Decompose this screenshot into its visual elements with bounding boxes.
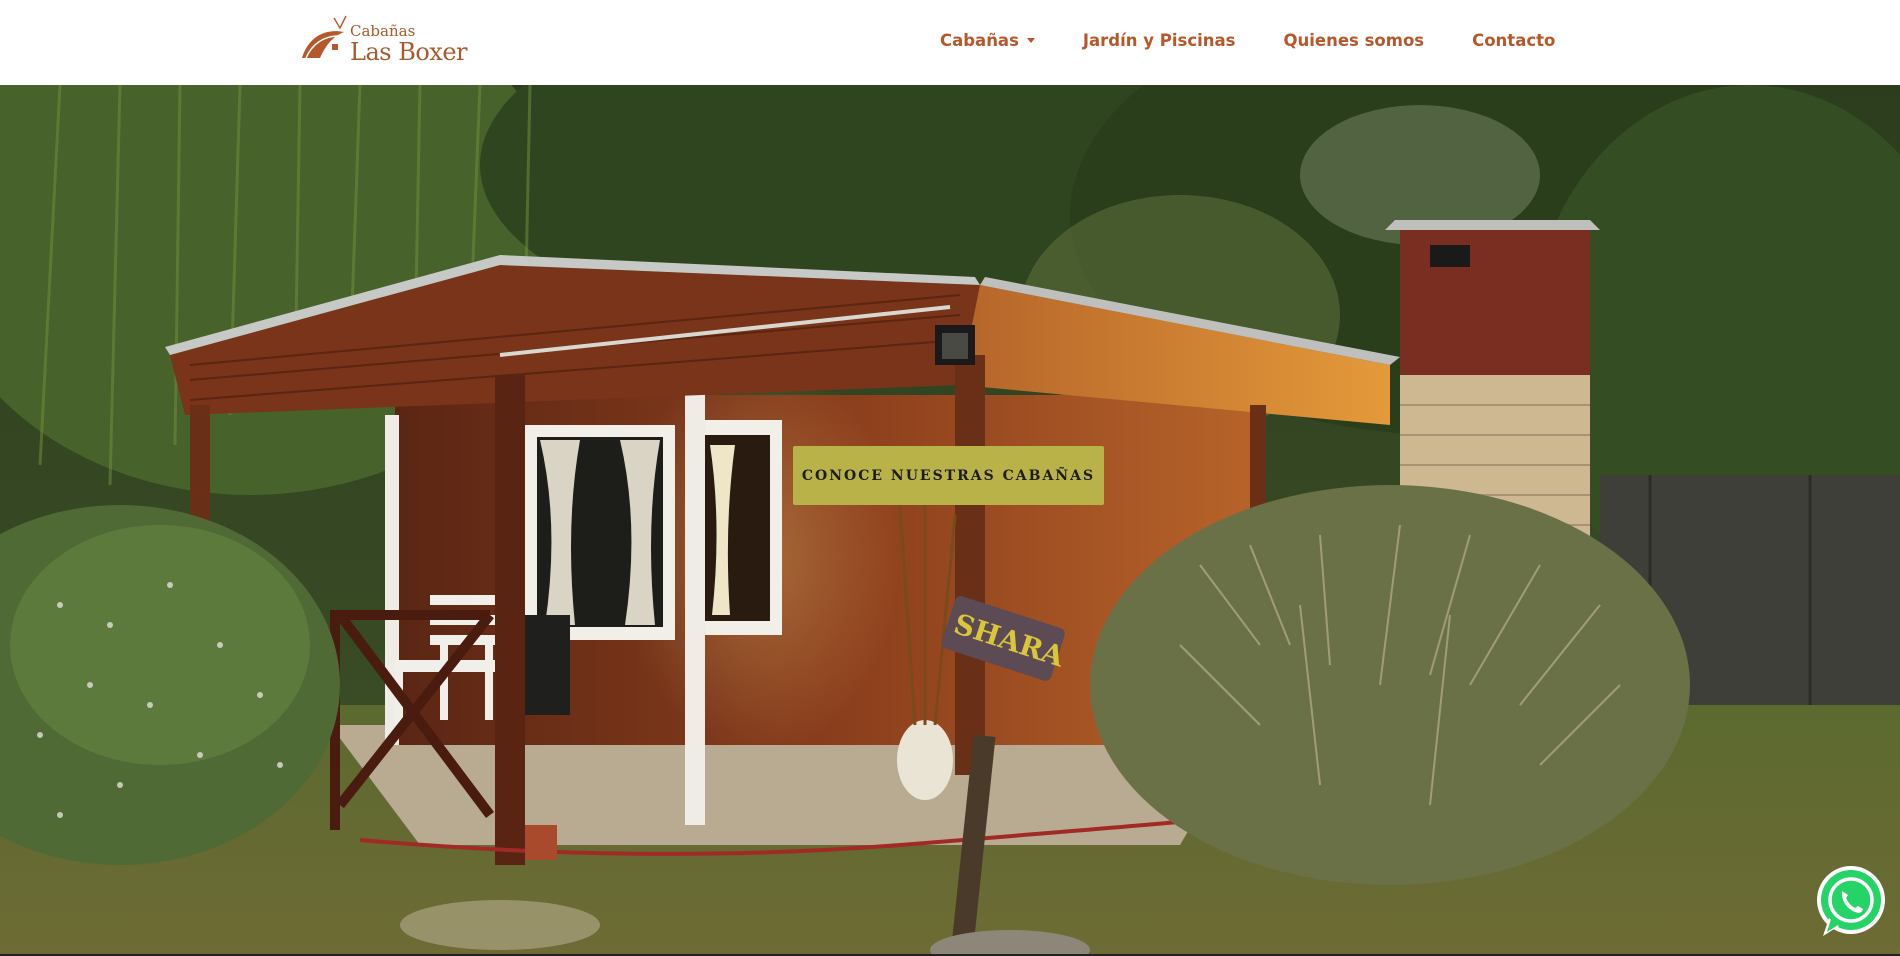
nav-item-contacto[interactable]: Contacto — [1472, 31, 1555, 50]
nav-item-jardin-label: Jardín y Piscinas — [1082, 30, 1236, 50]
nav-item-cabanas-label: Cabañas — [940, 30, 1019, 50]
logo-main-text: Las Boxer — [350, 38, 468, 66]
cta-button[interactable]: CONOCE NUESTRAS CABAÑAS — [793, 446, 1104, 505]
site-logo[interactable]: Cabañas Las Boxer — [300, 14, 468, 66]
roof-leaf-icon — [302, 15, 347, 59]
hero-banner: SHARA — [0, 85, 1900, 955]
nav-item-quienes-somos[interactable]: Quienes somos — [1283, 31, 1424, 50]
site-header: Cabañas Las Boxer Cabañas Jardín y Pisci… — [0, 0, 1900, 85]
whatsapp-icon — [1817, 866, 1885, 936]
hero-cabin-image: SHARA — [0, 85, 1900, 955]
nav-item-quienes-label: Quienes somos — [1283, 30, 1425, 50]
main-nav: Cabañas Jardín y Piscinas Quienes somos … — [940, 0, 1555, 80]
nav-item-contacto-label: Contacto — [1472, 30, 1556, 50]
nav-item-cabanas[interactable]: Cabañas — [940, 31, 1035, 50]
caret-down-icon — [1026, 37, 1035, 43]
whatsapp-button[interactable] — [1813, 864, 1889, 940]
nav-item-jardin-piscinas[interactable]: Jardín y Piscinas — [1083, 31, 1236, 50]
